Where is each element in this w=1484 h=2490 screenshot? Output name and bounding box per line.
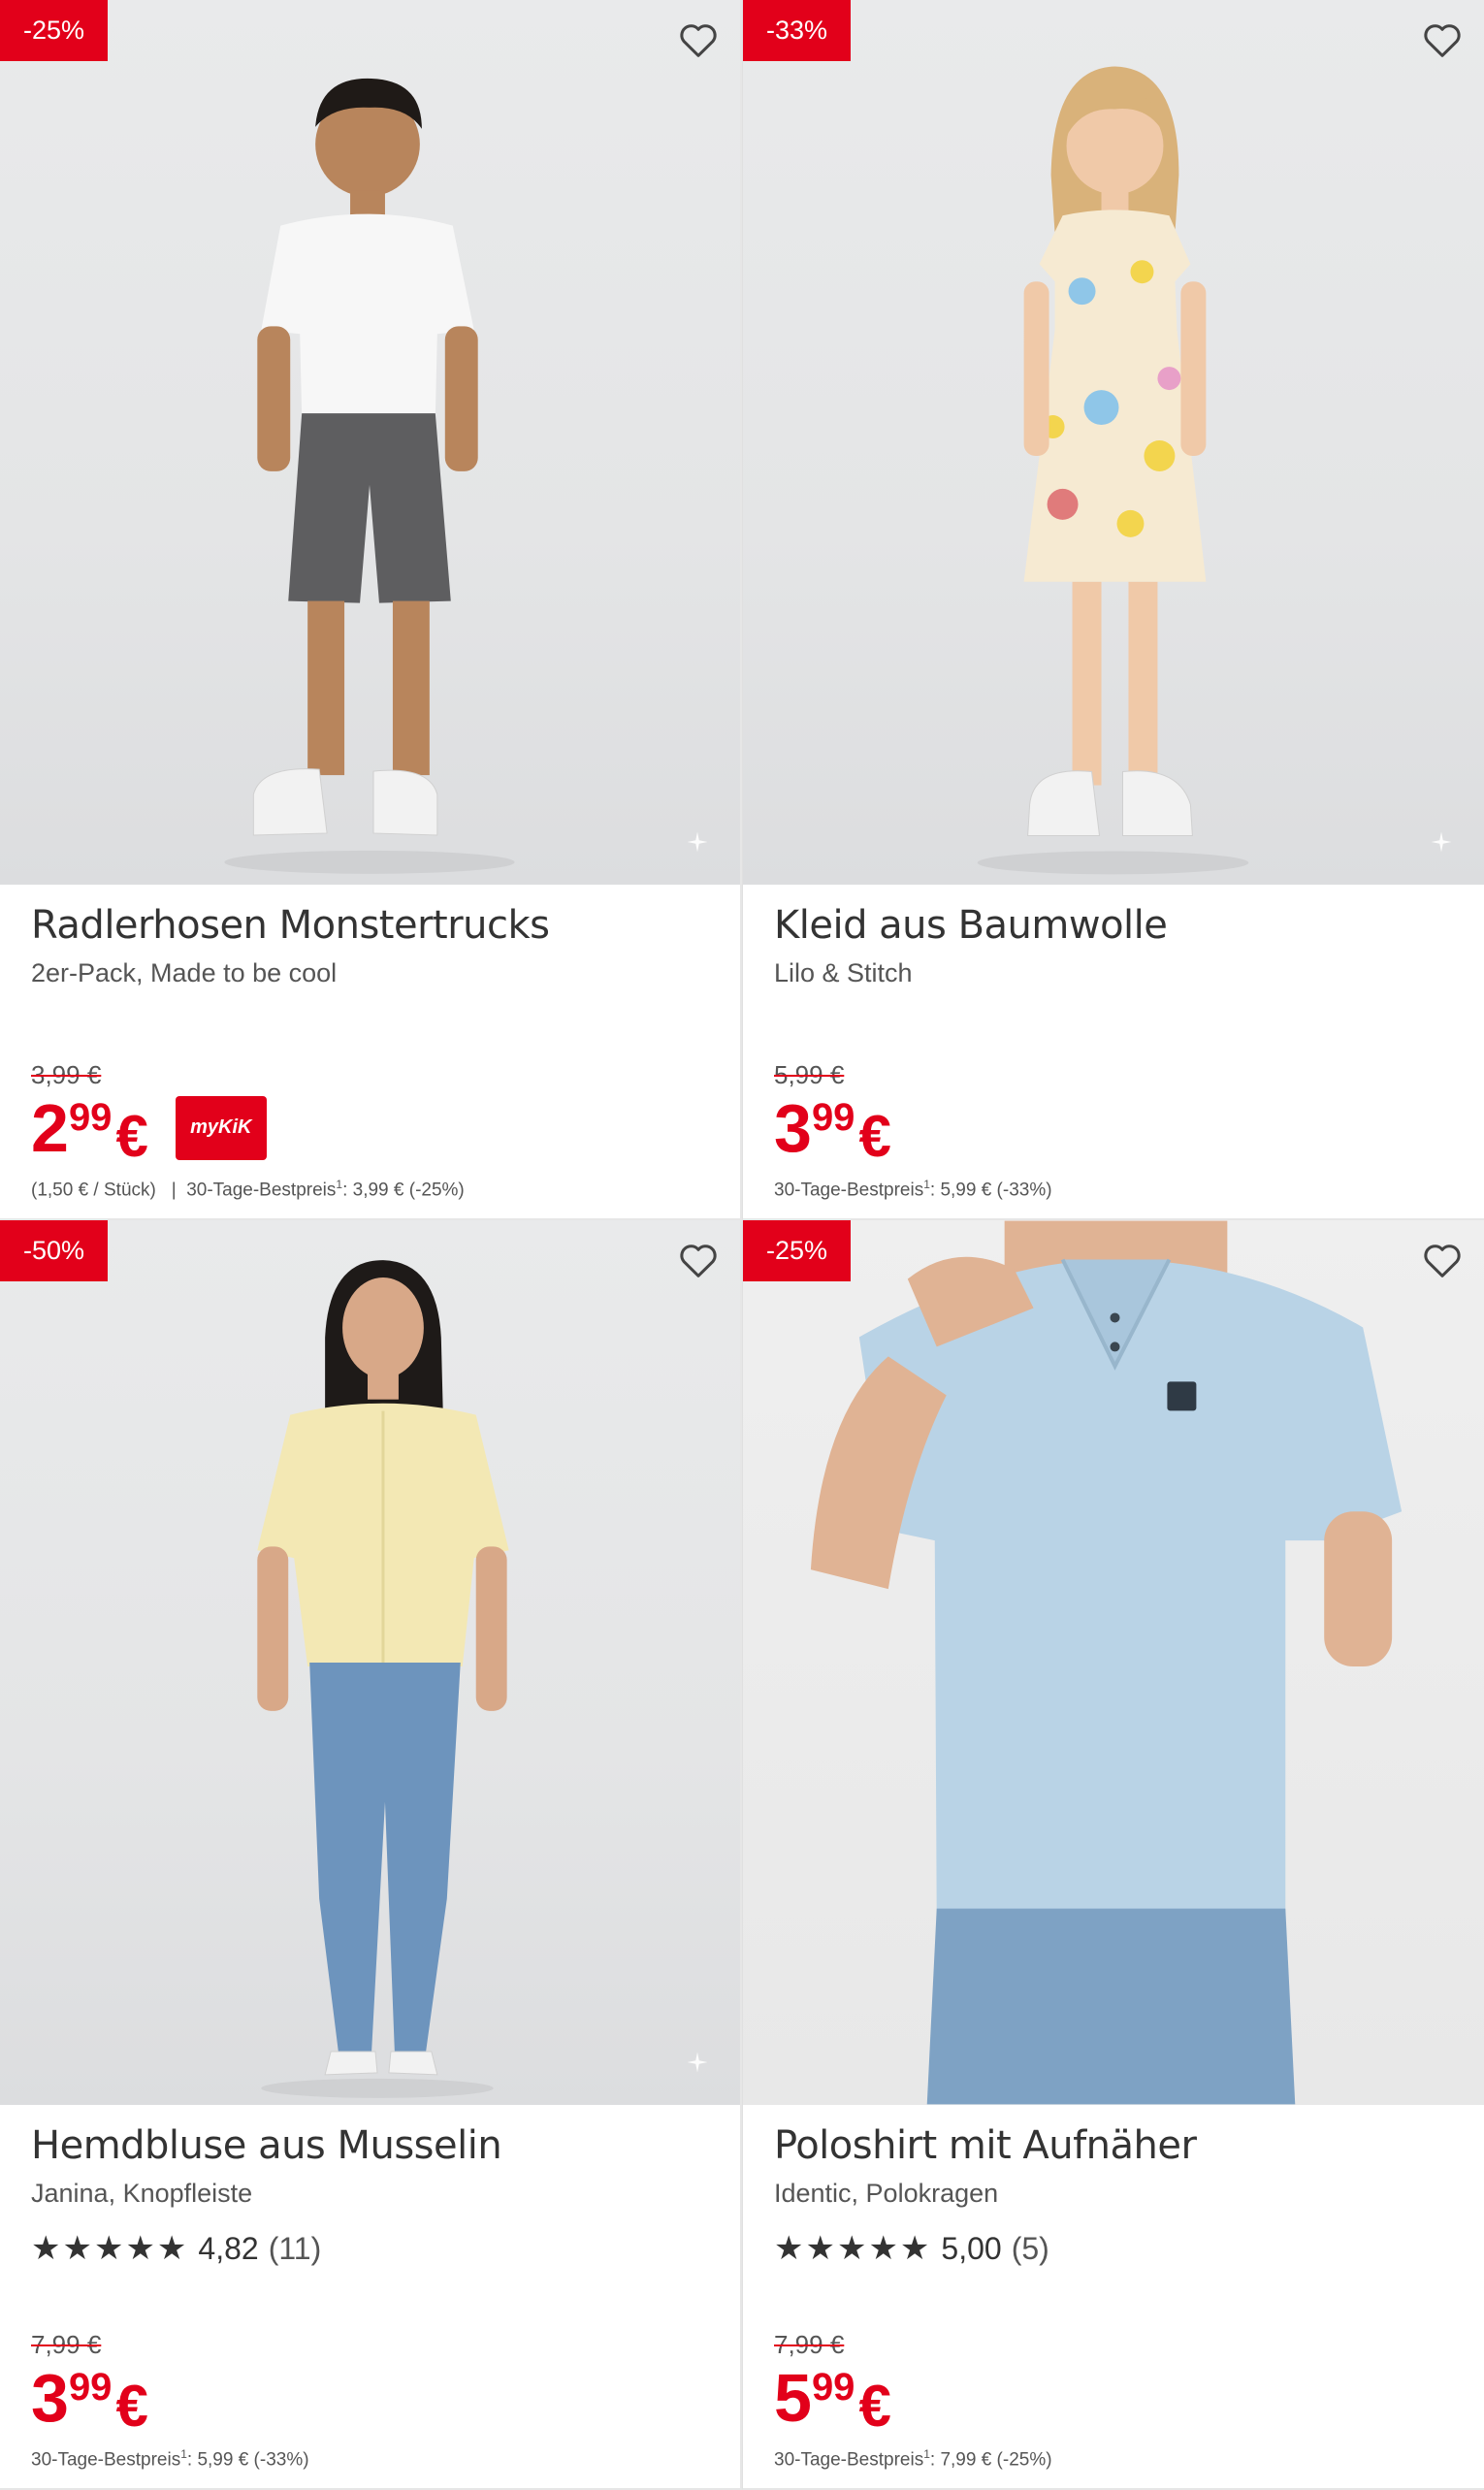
product-card[interactable]: -33% Kleid aus Baumwolle Lilo & Stitch 5… (742, 0, 1484, 1220)
product-card[interactable]: -50% Hemdbluse aus Musselin Janina, Knop… (0, 1220, 742, 2490)
best-price-value: : 5,99 € (-33%) (186, 2449, 309, 2470)
sparkle-icon (687, 831, 708, 853)
price-currency: € (858, 2373, 891, 2439)
price-currency: € (858, 1103, 891, 1169)
product-title[interactable]: Kleid aus Baumwolle (774, 902, 1484, 949)
separator: | (171, 1180, 177, 1200)
old-price: 5,99 € (774, 1059, 845, 1089)
footnote-mark: 1 (923, 2446, 930, 2461)
sparkle-icon (1431, 831, 1452, 853)
mykik-logo: myKiK (175, 1095, 267, 1160)
price-note: 30-Tage-Bestpreis1: 7,99 € (-25%) (774, 2447, 1465, 2471)
product-image[interactable]: -50% (0, 1220, 740, 2105)
heart-outline-icon[interactable] (676, 1238, 721, 1282)
sparkle-icon (687, 2052, 708, 2073)
rating-value: 4,82 (198, 2230, 259, 2266)
best-price-label: 30-Tage-Bestpreis (774, 2449, 924, 2470)
price-block: 5,99 € 3 99 € 30-Tage-Bestpreis1: 5,99 €… (774, 1060, 1465, 1201)
price-note: (1,50 € / Stück) | 30-Tage-Bestpreis1: 3… (31, 1178, 721, 1201)
best-price-value: : 5,99 € (-33%) (929, 1180, 1052, 1200)
old-price: 7,99 € (31, 2329, 102, 2359)
current-price: 3 99 € (31, 2364, 148, 2436)
product-photo-woman (257, 1260, 509, 2098)
heart-outline-icon[interactable] (1420, 17, 1465, 62)
price-integer: 2 (31, 1089, 69, 1166)
product-title[interactable]: Radlerhosen Monstertrucks (31, 902, 740, 949)
price-note: 30-Tage-Bestpreis1: 5,99 € (-33%) (31, 2447, 721, 2471)
price-decimal: 99 (811, 1095, 855, 1139)
product-subtitle: Lilo & Stitch (774, 958, 913, 987)
price-decimal: 99 (68, 2365, 113, 2409)
product-info: Poloshirt mit Aufnäher Identic, Polokrag… (743, 2122, 1484, 2268)
product-photo-girl (977, 66, 1249, 875)
best-price-value: : 3,99 € (-25%) (342, 1180, 465, 1200)
price-block: 7,99 € 5 99 € 30-Tage-Bestpreis1: 7,99 €… (774, 2330, 1465, 2471)
price-block: 7,99 € 3 99 € 30-Tage-Bestpreis1: 5,99 €… (31, 2330, 721, 2471)
price-decimal: 99 (811, 2365, 855, 2409)
current-price: 5 99 € (774, 2364, 891, 2436)
rating-count: (11) (268, 2230, 322, 2266)
best-price-value: : 7,99 € (-25%) (929, 2449, 1052, 2470)
product-subtitle: Identic, Polokragen (774, 2179, 999, 2208)
price-block: 3,99 € 2 99 € myKiK (1,50 € / Stück) | 3… (31, 1060, 721, 1201)
footnote-mark: 1 (180, 2446, 187, 2461)
best-price-label: 30-Tage-Bestpreis (186, 1180, 337, 1200)
footnote-mark: 1 (923, 1177, 930, 1191)
product-subtitle: Janina, Knopfleiste (31, 2179, 253, 2208)
product-info: Hemdbluse aus Musselin Janina, Knopfleis… (0, 2122, 740, 2268)
product-title[interactable]: Poloshirt mit Aufnäher (774, 2122, 1484, 2169)
product-image[interactable]: -33% (743, 0, 1484, 885)
price-integer: 3 (31, 2359, 69, 2436)
rating-value: 5,00 (941, 2230, 1002, 2266)
product-title[interactable]: Hemdbluse aus Musselin (31, 2122, 740, 2169)
heart-outline-icon[interactable] (1420, 1238, 1465, 1282)
star-rating-icon: ★★★★★ (31, 2230, 189, 2267)
discount-badge: -50% (0, 1220, 108, 1281)
best-price-label: 30-Tage-Bestpreis (31, 2449, 181, 2470)
price-note: 30-Tage-Bestpreis1: 5,99 € (-33%) (774, 1178, 1465, 1201)
price-currency: € (115, 2373, 148, 2439)
rating-count: (5) (1011, 2230, 1049, 2266)
product-info: Kleid aus Baumwolle Lilo & Stitch (743, 902, 1484, 989)
heart-outline-icon[interactable] (676, 17, 721, 62)
product-card[interactable]: -25% Poloshirt mit Aufnäher Identic, Pol… (742, 1220, 1484, 2490)
unit-price: (1,50 € / Stück) (31, 1180, 156, 1200)
product-grid: -25% Radlerhosen Monstertrucks 2er-Pack,… (0, 0, 1484, 2490)
discount-badge: -25% (743, 1220, 851, 1281)
current-price: 2 99 € (31, 1094, 148, 1166)
price-integer: 5 (774, 2359, 812, 2436)
product-image[interactable]: -25% (743, 1220, 1484, 2105)
discount-badge: -25% (0, 0, 108, 61)
star-rating-icon: ★★★★★ (774, 2230, 932, 2267)
product-image[interactable]: -25% (0, 0, 740, 885)
current-price: 3 99 € (774, 1094, 891, 1166)
discount-badge: -33% (743, 0, 851, 61)
product-card[interactable]: -25% Radlerhosen Monstertrucks 2er-Pack,… (0, 0, 742, 1220)
best-price-label: 30-Tage-Bestpreis (774, 1180, 924, 1200)
price-decimal: 99 (68, 1095, 113, 1139)
price-integer: 3 (774, 1089, 812, 1166)
price-currency: € (115, 1103, 148, 1169)
old-price: 3,99 € (31, 1059, 102, 1089)
product-subtitle: 2er-Pack, Made to be cool (31, 958, 338, 987)
product-rating[interactable]: ★★★★★ 4,82 (11) (31, 2229, 740, 2268)
product-info: Radlerhosen Monstertrucks 2er-Pack, Made… (0, 902, 740, 989)
product-photo-man-polo (810, 1220, 1403, 2105)
old-price: 7,99 € (774, 2329, 845, 2359)
product-rating[interactable]: ★★★★★ 5,00 (5) (774, 2229, 1484, 2268)
product-photo-boy (224, 78, 515, 874)
